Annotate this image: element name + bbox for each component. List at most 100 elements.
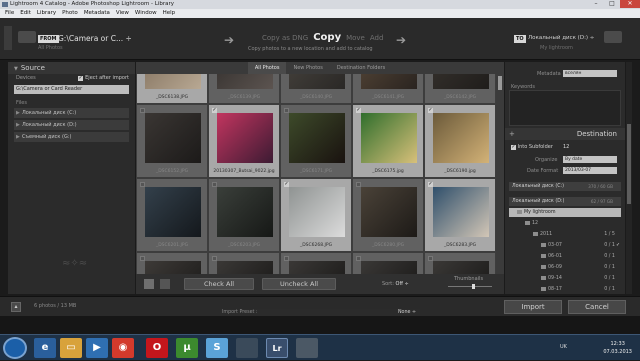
thumbnail-cell[interactable]: ✓ _DSC6283.JPG [424,178,496,252]
utorrent-icon[interactable]: µ [176,338,198,358]
photo-thumbnail[interactable] [145,113,201,163]
scrollbar-thumb[interactable] [498,76,502,90]
dest-drive-c[interactable]: Локальный диск (C:) 370 / 60 GB [509,182,621,191]
module-toggle[interactable] [4,26,12,50]
internet-explorer-icon[interactable]: e [34,338,56,358]
photo-thumbnail[interactable] [145,74,201,89]
photo-thumbnail[interactable] [289,74,345,89]
photo-thumbnail[interactable] [433,261,489,274]
tab-destination-folders[interactable]: Destination Folders [330,62,392,74]
loupe-view-icon[interactable] [160,279,170,289]
minimize-button[interactable]: – [588,0,604,8]
photo-thumbnail[interactable] [145,261,201,274]
date-format-select[interactable]: 2013/03-07 [563,167,617,174]
thumbnail-cell[interactable]: _DSC6301.JPG [280,252,352,274]
include-checkbox[interactable] [356,182,361,187]
thumbnail-cell[interactable]: _DSC6280.JPG [352,178,424,252]
subfolder-name-field[interactable]: 12 [563,144,569,150]
folder-tree-item[interactable]: 2011 1 / 5 [509,230,621,239]
include-checkbox[interactable]: ✓ [428,182,433,187]
photo-thumbnail[interactable] [289,261,345,274]
file-explorer-icon[interactable]: ▭ [60,338,82,358]
opera-icon[interactable]: O [146,338,168,358]
clock[interactable]: 12:33 07.03.2013 [603,340,632,356]
include-checkbox[interactable] [212,256,217,261]
language-indicator[interactable]: UK [560,344,567,350]
right-panel-scrollbar[interactable] [626,62,632,294]
organize-select[interactable]: By date [563,156,617,163]
include-checkbox[interactable]: ✓ [356,108,361,113]
folder-tree-item[interactable]: 08-17 0 / 1 [509,285,621,294]
folder-tree-item[interactable]: 03-07 0 / 1 ✓ [509,241,621,250]
close-button[interactable]: ✕ [620,0,640,8]
expand-options-icon[interactable]: ▴ [11,302,21,312]
mode-add[interactable]: Add [370,34,384,43]
thumbnail-cell[interactable]: _DSC6141.JPG [352,74,424,104]
photo-thumbnail[interactable] [433,74,489,89]
menu-library[interactable]: Library [34,9,59,18]
drive-d[interactable]: ▶ Локальный диск (D:) [14,120,129,130]
folder-tree-item[interactable]: 12 [509,219,621,228]
folder-tree-item[interactable]: 06-09 0 / 1 [509,263,621,272]
thumbnail-cell[interactable]: _DSC6138.JPG [136,74,208,104]
thumbnail-cell[interactable]: _DSC6310.JPG [424,252,496,274]
into-subfolder-toggle[interactable]: ✓ Into Subfolder [511,144,553,150]
thumbnail-cell[interactable]: ✓ _DSC6190.jpg [424,104,496,178]
import-button[interactable]: Import [504,300,562,314]
include-checkbox[interactable]: ✓ [284,182,289,187]
checkbox-icon[interactable]: ✓ [511,145,516,150]
grid-view-icon[interactable] [144,279,154,289]
media-player-icon[interactable]: ▶ [86,338,108,358]
drive-c[interactable]: ▶ Локальный диск (C:) [14,108,129,118]
folder-tree-item[interactable]: 09-14 0 / 1 [509,274,621,283]
thumbnail-size-slider[interactable] [448,284,492,289]
thumbnail-cell[interactable]: _DSC6201.JPG [136,178,208,252]
slider-handle[interactable] [472,284,475,289]
photo-thumbnail[interactable] [217,187,273,237]
grid-scrollbar[interactable] [496,74,504,274]
maximize-button[interactable]: □ [604,0,620,8]
thumbnail-cell[interactable]: _DSC6295.JPG [208,252,280,274]
source-panel-header[interactable]: ▼ Source [8,62,135,74]
photo-thumbnail[interactable] [289,187,345,237]
photo-thumbnail[interactable] [145,187,201,237]
include-checkbox[interactable] [356,256,361,261]
photo-thumbnail[interactable] [433,113,489,163]
include-checkbox[interactable] [140,256,145,261]
thumbnail-cell[interactable]: _DSC6304.JPG [352,252,424,274]
thumbnail-cell[interactable]: _DSC6171.JPG [280,104,352,178]
add-icon[interactable]: + [509,128,515,140]
photo-thumbnail[interactable] [289,113,345,163]
thumbnail-cell[interactable]: _DSC6292.JPG [136,252,208,274]
chrome-icon[interactable]: ◉ [112,338,134,358]
thumbnail-cell[interactable]: _DSC6203.JPG [208,178,280,252]
menu-window[interactable]: Window [132,9,160,18]
photo-thumbnail[interactable] [217,261,273,274]
mode-copy[interactable]: Copy [313,32,341,43]
photo-thumbnail[interactable] [361,187,417,237]
keywords-field[interactable] [509,90,621,126]
photo-thumbnail[interactable] [217,74,273,89]
mode-move[interactable]: Move [346,34,365,43]
lightroom-icon[interactable]: Lr [266,338,288,358]
tab-new-photos[interactable]: New Photos [286,62,329,74]
folder-tree-item[interactable]: My lightroom [509,208,621,217]
include-checkbox[interactable] [212,182,217,187]
menu-metadata[interactable]: Metadata [81,9,113,18]
thumbnail-cell[interactable]: _DSC6142.JPG [424,74,496,104]
start-button[interactable] [3,337,27,359]
metadata-preset-select[interactable]: вселян [563,70,617,77]
include-checkbox[interactable] [428,256,433,261]
device-item[interactable]: G:\Camera or Card Reader [14,85,129,94]
menu-photo[interactable]: Photo [59,9,81,18]
thumbnail-cell[interactable]: _DSC6139.JPG [208,74,280,104]
thumbnail-cell[interactable]: ✓ _DSC6268.JPG [280,178,352,252]
photo-thumbnail[interactable] [433,187,489,237]
eject-after-import-toggle[interactable]: ✓ Eject after import [78,74,129,83]
include-checkbox[interactable] [140,108,145,113]
photo-thumbnail[interactable] [361,113,417,163]
folder-tree-item[interactable]: 06-01 0 / 1 [509,252,621,261]
cancel-button[interactable]: Cancel [568,300,626,314]
mode-copy-dng[interactable]: Copy as DNG [262,34,308,43]
source-selector[interactable]: G:\Camera or C... ÷ [58,34,132,43]
